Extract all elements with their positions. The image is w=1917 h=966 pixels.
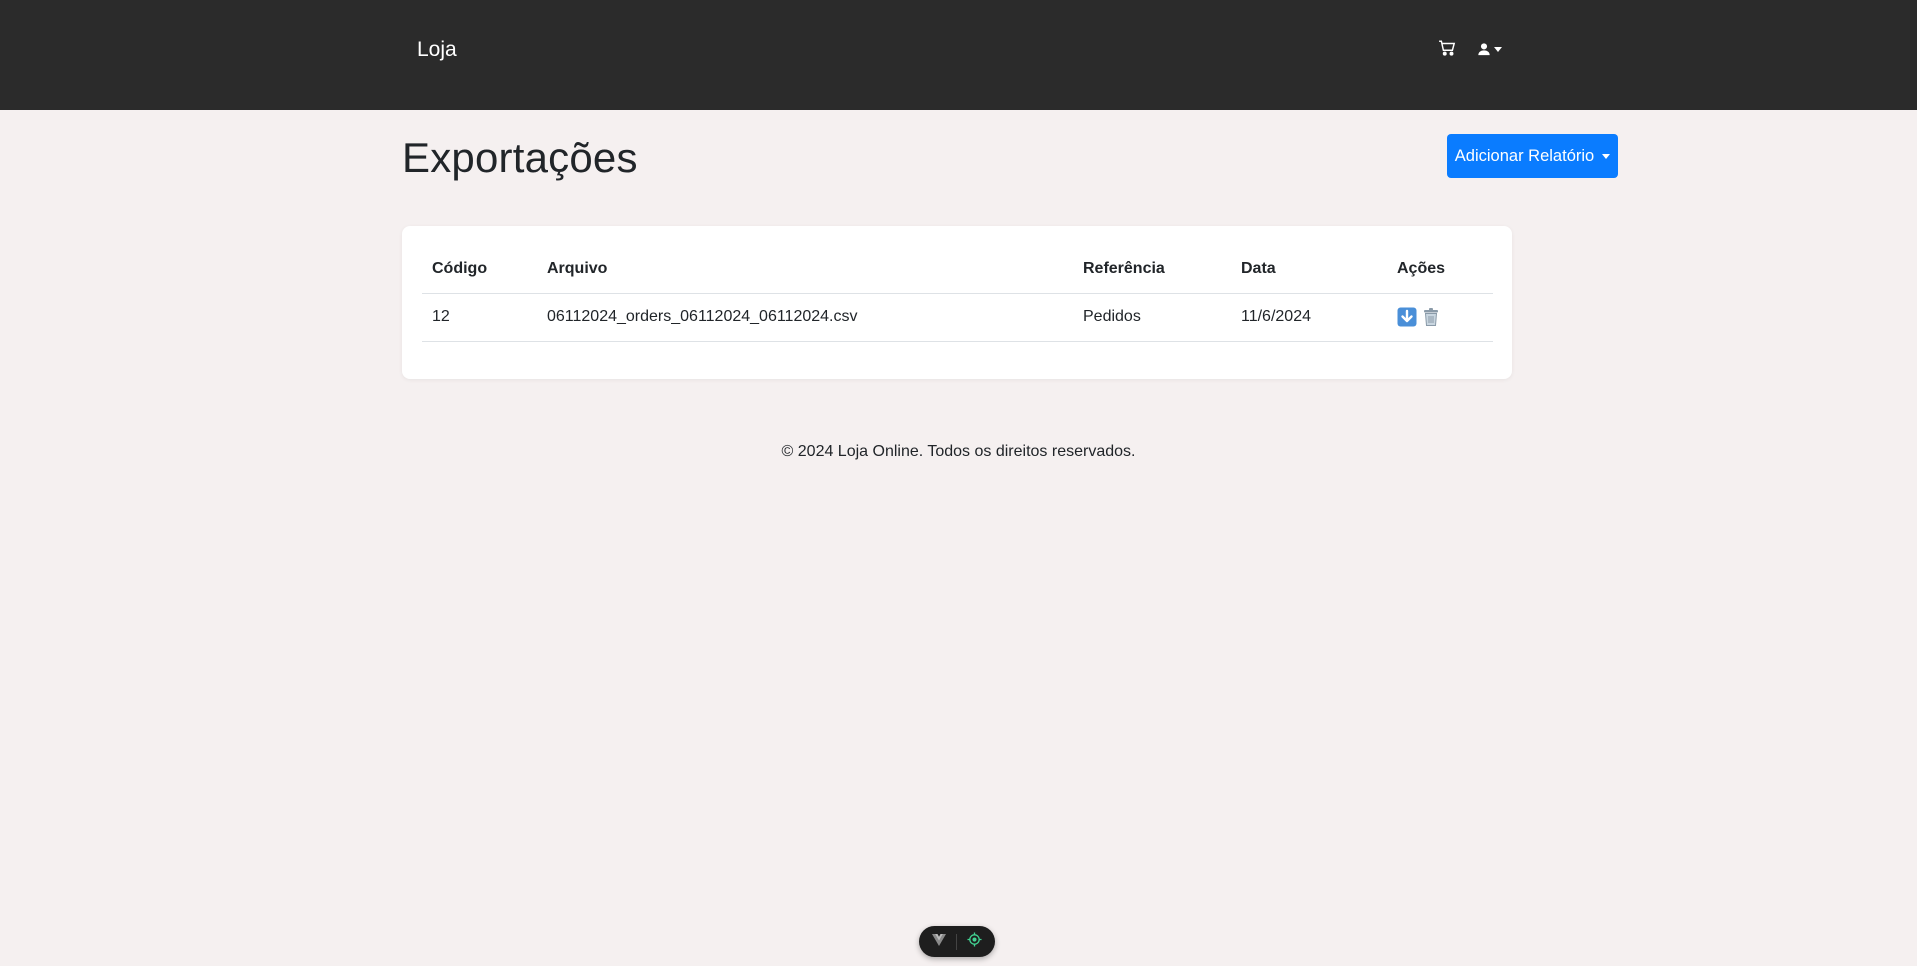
user-icon — [1478, 43, 1490, 56]
download-icon[interactable] — [1397, 307, 1417, 327]
cell-arquivo: 06112024_orders_06112024_06112024.csv — [537, 293, 1073, 342]
column-header-acoes: Ações — [1387, 246, 1493, 294]
cart-icon[interactable] — [1438, 39, 1456, 57]
table-header-row: Código Arquivo Referência Data Ações — [422, 246, 1493, 294]
chevron-down-icon — [1494, 46, 1502, 52]
devtools-toolbar — [919, 926, 995, 957]
target-icon[interactable] — [967, 931, 982, 952]
column-header-referencia: Referência — [1073, 246, 1231, 294]
user-menu-toggle[interactable] — [1477, 41, 1505, 57]
column-header-arquivo: Arquivo — [537, 246, 1073, 294]
cell-acoes — [1387, 293, 1493, 342]
exports-card: Código Arquivo Referência Data Ações 12 … — [402, 226, 1512, 379]
cell-codigo: 12 — [422, 293, 537, 342]
trash-icon[interactable] — [1421, 307, 1441, 327]
column-header-data: Data — [1231, 246, 1387, 294]
page-title: Exportações — [402, 134, 638, 181]
cell-data: 11/6/2024 — [1231, 293, 1387, 342]
add-report-button[interactable]: Adicionar Relatório — [1447, 134, 1618, 178]
column-header-codigo: Código — [422, 246, 537, 294]
devtools-separator — [956, 933, 957, 950]
chevron-down-icon — [1602, 153, 1611, 159]
exports-table: Código Arquivo Referência Data Ações 12 … — [422, 246, 1493, 342]
brand-link[interactable]: Loja — [417, 38, 457, 62]
navbar: Loja — [0, 0, 1917, 110]
add-report-label: Adicionar Relatório — [1454, 146, 1595, 165]
table-row: 12 06112024_orders_06112024_06112024.csv… — [422, 293, 1493, 342]
footer-text: © 2024 Loja Online. Todos os direitos re… — [781, 443, 1136, 460]
vue-logo-icon[interactable] — [932, 933, 946, 951]
cell-referencia: Pedidos — [1073, 293, 1231, 342]
